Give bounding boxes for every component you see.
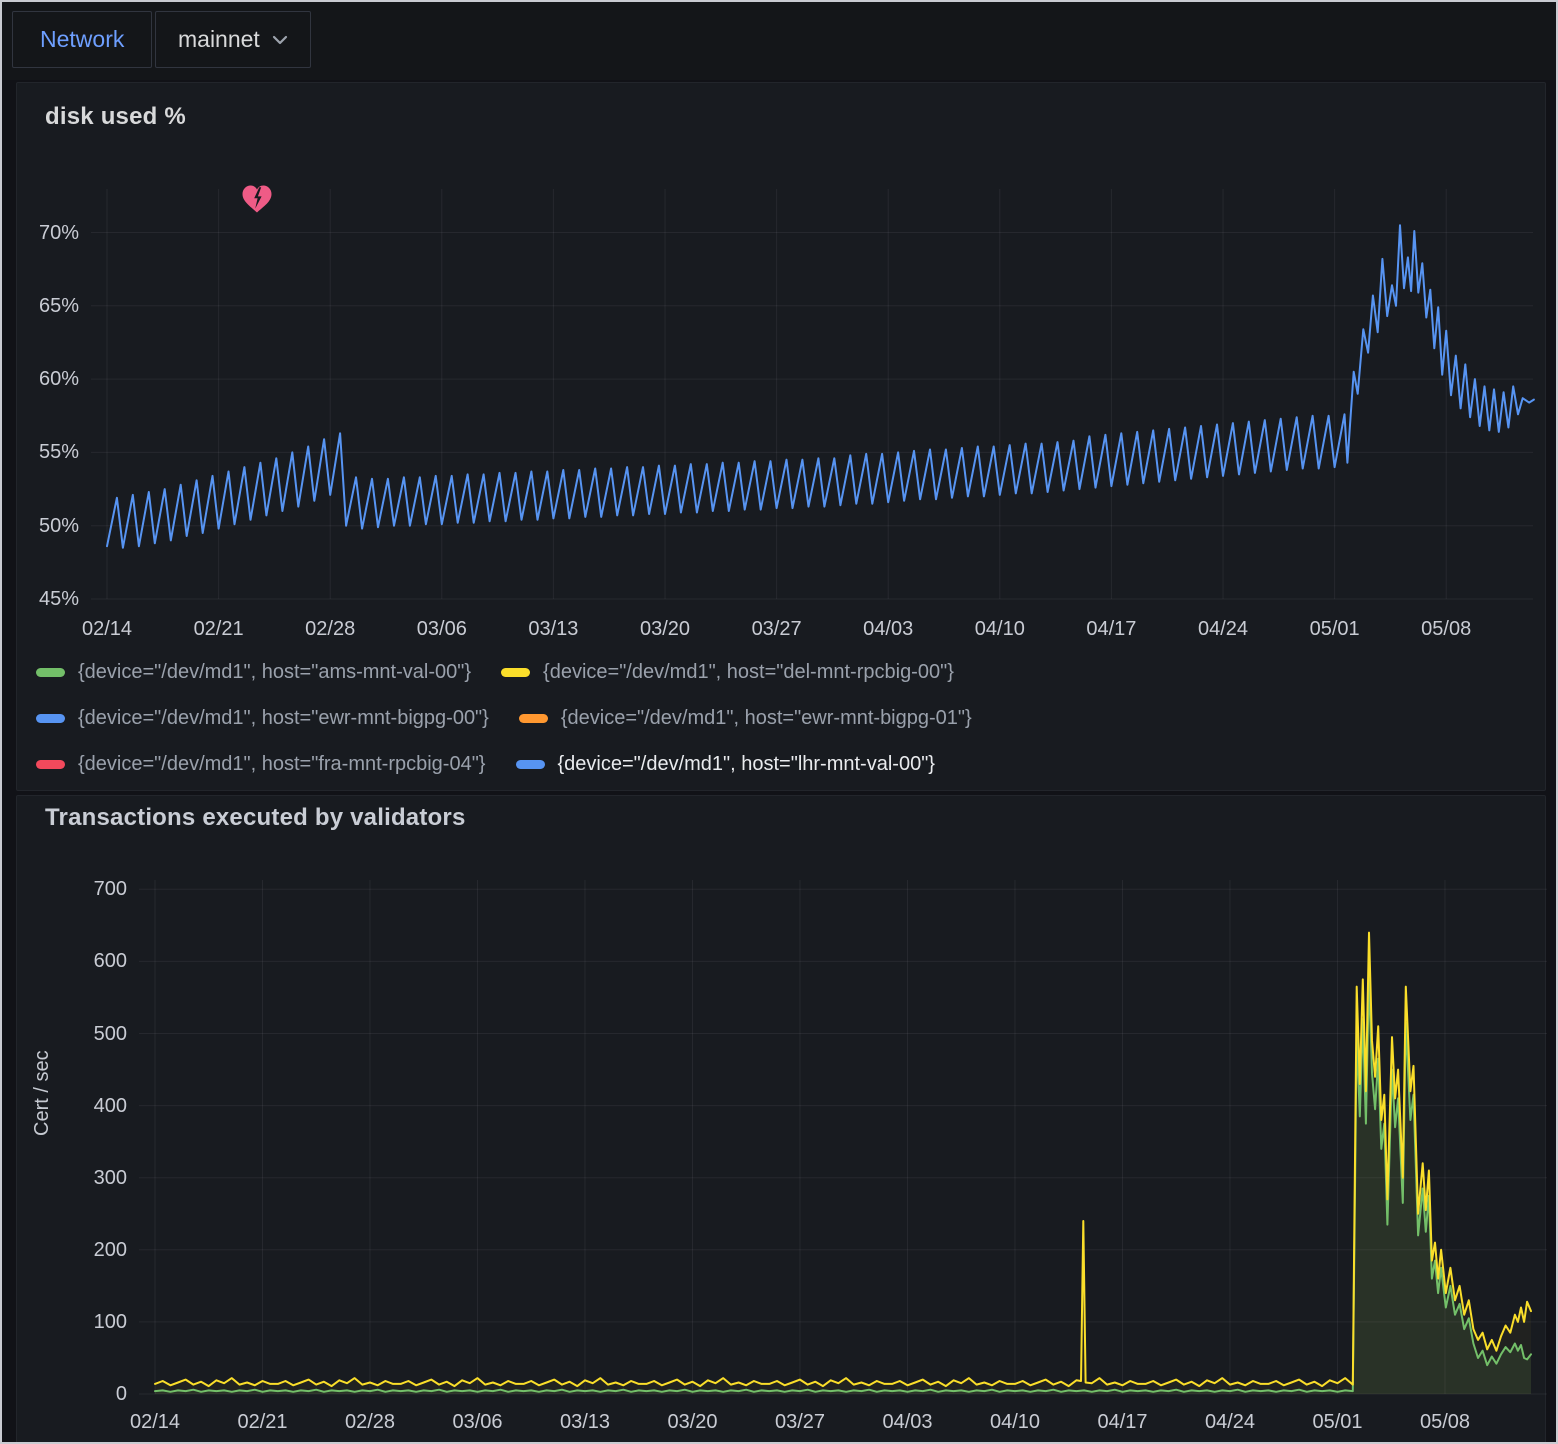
x-tick-label: 04/24: [1178, 617, 1268, 641]
y-tick-label: 70%: [17, 221, 79, 245]
y-tick-label: 50%: [17, 514, 79, 538]
x-tick-label: 02/28: [285, 617, 375, 641]
series-color-swatch: [36, 714, 65, 723]
x-tick-label: 04/17: [1077, 1410, 1167, 1434]
y-tick-label: 0: [17, 1382, 127, 1406]
x-tick-label: 05/08: [1401, 617, 1491, 641]
x-tick-label: 03/20: [620, 617, 710, 641]
x-tick-label: 02/14: [62, 617, 152, 641]
legend-row: {device="/dev/md1", host="ams-mnt-val-00…: [36, 649, 972, 695]
x-tick-label: 03/06: [432, 1410, 522, 1434]
x-tick-label: 04/10: [955, 617, 1045, 641]
y-tick-label: 400: [17, 1094, 127, 1118]
x-tick-label: 05/01: [1290, 617, 1380, 641]
series-color-swatch: [501, 668, 530, 677]
x-tick-label: 02/14: [110, 1410, 200, 1434]
series-color-swatch: [519, 714, 548, 723]
x-tick-label: 04/10: [970, 1410, 1060, 1434]
series-color-swatch: [36, 760, 65, 769]
legend-item-fra-mnt-rpcbig-04[interactable]: {device="/dev/md1", host="fra-mnt-rpcbig…: [36, 753, 486, 776]
variable-label-network: Network: [12, 11, 152, 68]
y-tick-label: 45%: [17, 587, 79, 611]
variable-dropdown-network[interactable]: mainnet: [155, 11, 311, 68]
x-tick-label: 03/13: [540, 1410, 630, 1434]
y-tick-label: 100: [17, 1310, 127, 1334]
y-tick-label: 500: [17, 1022, 127, 1046]
x-tick-label: 05/01: [1292, 1410, 1382, 1434]
x-tick-label: 03/06: [397, 617, 487, 641]
chevron-down-icon: [272, 35, 288, 45]
y-tick-label: 65%: [17, 294, 79, 318]
y-tick-label: 60%: [17, 367, 79, 391]
legend-row: {device="/dev/md1", host="ewr-mnt-bigpg-…: [36, 695, 972, 741]
x-tick-label: 04/03: [862, 1410, 952, 1434]
x-tick-label: 03/27: [732, 617, 822, 641]
x-tick-label: 04/24: [1185, 1410, 1275, 1434]
variable-value-text: mainnet: [178, 26, 260, 53]
x-tick-label: 03/20: [647, 1410, 737, 1434]
legend-row: {device="/dev/md1", host="fra-mnt-rpcbig…: [36, 741, 972, 787]
legend-item-ewr-mnt-bigpg-00[interactable]: {device="/dev/md1", host="ewr-mnt-bigpg-…: [36, 707, 489, 730]
panel-disk-used: disk used % 45%50%55%60%65%70% 02/1402/2…: [16, 82, 1546, 791]
y-tick-label: 200: [17, 1238, 127, 1262]
variable-label-text: Network: [40, 26, 124, 53]
y-tick-label: 55%: [17, 440, 79, 464]
series-color-swatch: [516, 760, 545, 769]
y-tick-label: 600: [17, 949, 127, 973]
series-color-swatch: [36, 668, 65, 677]
x-tick-label: 02/21: [217, 1410, 307, 1434]
y-tick-label: 700: [17, 877, 127, 901]
legend-item-lhr-mnt-val-00[interactable]: {device="/dev/md1", host="lhr-mnt-val-00…: [516, 753, 935, 776]
x-tick-label: 03/27: [755, 1410, 845, 1434]
dashboard-submenu-bar: Network mainnet: [2, 2, 1556, 80]
x-tick-label: 02/21: [174, 617, 264, 641]
legend-item-del-mnt-rpcbig-00[interactable]: {device="/dev/md1", host="del-mnt-rpcbig…: [501, 661, 954, 684]
y-tick-label: 300: [17, 1166, 127, 1190]
legend-item-ams-mnt-val-00[interactable]: {device="/dev/md1", host="ams-mnt-val-00…: [36, 661, 471, 684]
legend-item-ewr-mnt-bigpg-01[interactable]: {device="/dev/md1", host="ewr-mnt-bigpg-…: [519, 707, 972, 730]
disk-used-chart-canvas[interactable]: [17, 83, 1547, 643]
x-tick-label: 04/17: [1066, 617, 1156, 641]
x-tick-label: 02/28: [325, 1410, 415, 1434]
x-tick-label: 04/03: [843, 617, 933, 641]
panel-transactions: Transactions executed by validators Cert…: [16, 795, 1546, 1444]
disk-used-legend: {device="/dev/md1", host="ams-mnt-val-00…: [36, 649, 972, 787]
x-tick-label: 03/13: [508, 617, 598, 641]
grafana-dashboard: Network mainnet disk used % 45%50%55%60%…: [0, 0, 1558, 1444]
transactions-chart-canvas[interactable]: [17, 796, 1547, 1444]
x-tick-label: 05/08: [1400, 1410, 1490, 1434]
